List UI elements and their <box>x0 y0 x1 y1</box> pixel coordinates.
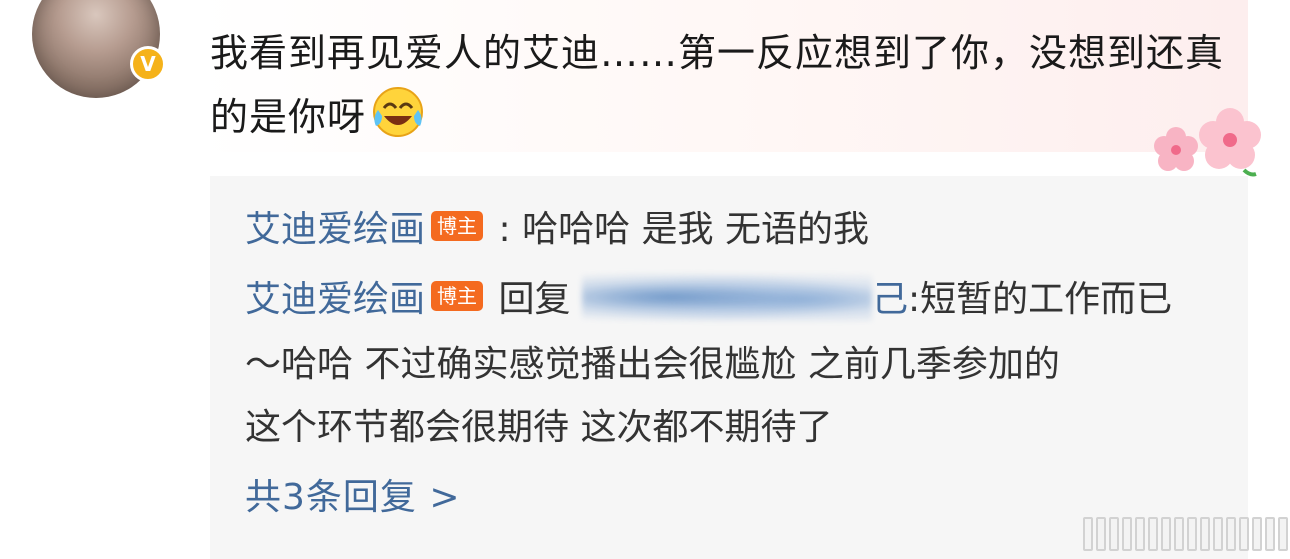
blurred-mention <box>581 273 872 321</box>
author-badge: 博主 <box>431 211 484 241</box>
reply-item[interactable]: 艾迪爱绘画 博主 回复 己:短暂的工作而已 <box>245 270 1172 330</box>
laughing-crying-face-icon <box>373 87 424 137</box>
reply-text-line-3: 这个环节都会很期待 这次都不期待了 <box>245 407 833 448</box>
author-badge: 博主 <box>431 281 484 311</box>
reply-username[interactable]: 艾迪爱绘画 <box>245 279 425 320</box>
verified-badge-icon: V <box>130 46 166 82</box>
reply-text: 哈哈哈 是我 无语的我 <box>522 209 869 250</box>
comment-body: 我看到再见爱人的艾迪……第一反应想到了你，没想到还真的是你呀 <box>210 31 1225 139</box>
reply-prefix: 回复 <box>498 279 571 320</box>
reply-separator: : <box>498 209 511 250</box>
watermark-icon <box>1038 508 1288 559</box>
cherry-blossom-icon <box>1154 108 1261 177</box>
reply-item[interactable]: 艾迪爱绘画 博主 : 哈哈哈 是我 无语的我 <box>245 200 869 260</box>
mention-tail[interactable]: 己 <box>872 279 908 320</box>
view-more-replies-link[interactable]: 共3条回复 > <box>245 472 461 524</box>
comment-text: 我看到再见爱人的艾迪……第一反应想到了你，没想到还真的是你呀 <box>210 22 1240 148</box>
reply-text-line-1: :短暂的工作而已 <box>907 279 1173 320</box>
reply-text-line-2: ～哈哈 不过确实感觉播出会很尴尬 之前几季参加的 <box>245 344 1060 385</box>
reply-username[interactable]: 艾迪爱绘画 <box>245 209 425 250</box>
